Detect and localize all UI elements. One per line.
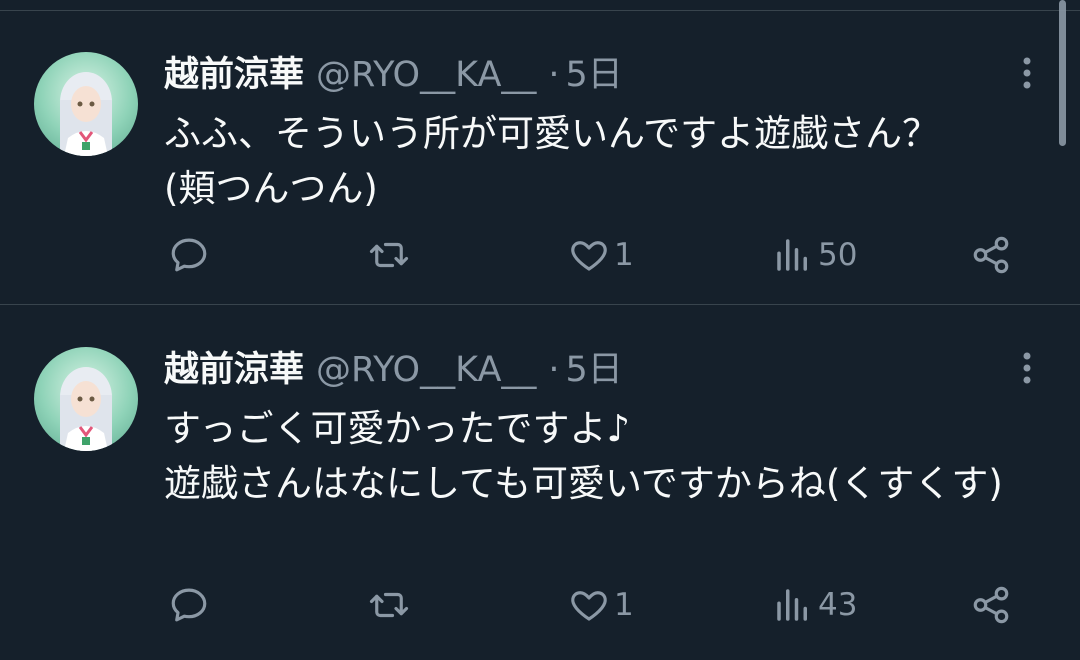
action-bar: 1 43: [0, 580, 1080, 630]
tweet-text: ふふ、そういう所が可愛いんですよ遊戯さん？ (頬つんつん): [164, 112, 940, 210]
timestamp[interactable]: 5日: [566, 55, 623, 95]
like-icon: [571, 591, 607, 621]
tweet-text: すっごく可愛かったですよ♪ 遊戯さんはなにしても可愛いですからね(くすくす): [164, 407, 1003, 505]
like-button[interactable]: 1: [568, 580, 634, 630]
like-icon: [571, 241, 607, 271]
tweet-header: 越前涼華 @RYO__KA__ · 5日: [164, 345, 623, 395]
tweet[interactable]: 越前涼華 @RYO__KA__ · 5日 ふふ、そういう所が可愛いんですよ遊戯さん？ …: [0, 10, 1080, 305]
more-options-button[interactable]: [1016, 56, 1038, 90]
reply-button[interactable]: [168, 230, 210, 280]
separator-dot: ·: [548, 350, 560, 390]
reply-icon: [171, 238, 207, 272]
reply-icon: [171, 588, 207, 622]
avatar[interactable]: [34, 347, 138, 451]
like-button[interactable]: 1: [568, 230, 634, 280]
like-count: 1: [614, 587, 634, 623]
share-icon: [973, 586, 1009, 624]
timestamp[interactable]: 5日: [566, 350, 623, 390]
more-vertical-icon: [1023, 57, 1031, 89]
like-count: 1: [614, 237, 634, 273]
views-button[interactable]: 50: [772, 230, 857, 280]
display-name[interactable]: 越前涼華: [164, 55, 304, 95]
share-icon: [973, 236, 1009, 274]
share-button[interactable]: [970, 580, 1012, 630]
display-name[interactable]: 越前涼華: [164, 350, 304, 390]
share-button[interactable]: [970, 230, 1012, 280]
retweet-button[interactable]: [368, 230, 410, 280]
tweet[interactable]: 越前涼華 @RYO__KA__ · 5日 すっごく可愛かったですよ♪ 遊戯さんはなにし…: [0, 305, 1080, 624]
retweet-icon: [369, 592, 409, 618]
more-options-button[interactable]: [1016, 351, 1038, 385]
avatar[interactable]: [34, 52, 138, 156]
views-icon: [777, 239, 807, 271]
action-bar: 1 50: [0, 230, 1080, 280]
views-button[interactable]: 43: [772, 580, 857, 630]
retweet-icon: [369, 242, 409, 268]
view-count: 50: [818, 237, 858, 273]
retweet-button[interactable]: [368, 580, 410, 630]
user-handle[interactable]: @RYO__KA__: [316, 55, 536, 95]
separator-dot: ·: [548, 55, 560, 95]
reply-button[interactable]: [168, 580, 210, 630]
views-icon: [777, 589, 807, 621]
more-vertical-icon: [1023, 352, 1031, 384]
tweet-header: 越前涼華 @RYO__KA__ · 5日: [164, 50, 623, 100]
view-count: 43: [818, 587, 858, 623]
user-handle[interactable]: @RYO__KA__: [316, 350, 536, 390]
